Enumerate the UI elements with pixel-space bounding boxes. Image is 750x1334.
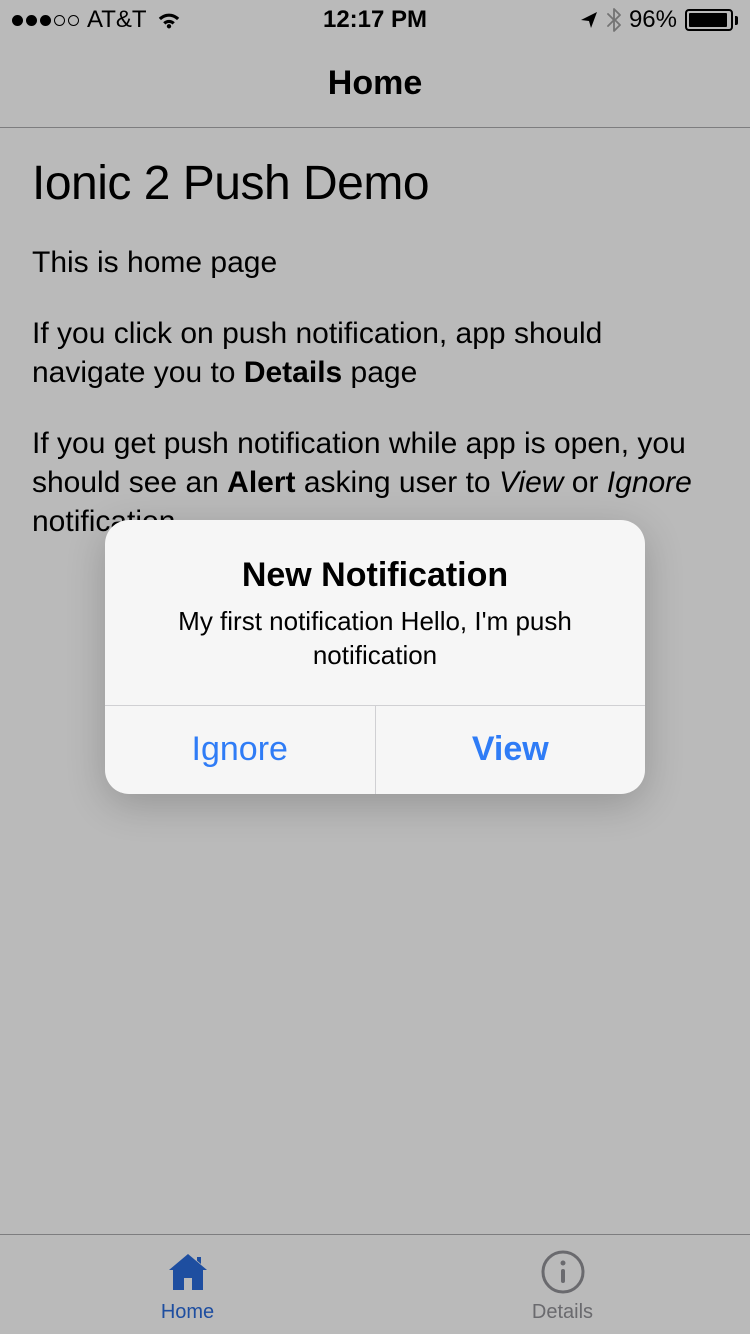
alert-buttons: Ignore View (105, 705, 645, 794)
alert-message: My first notification Hello, I'm push no… (135, 605, 615, 673)
alert-dialog: New Notification My first notification H… (105, 520, 645, 794)
alert-overlay: New Notification My first notification H… (0, 0, 750, 1334)
alert-body: New Notification My first notification H… (105, 520, 645, 705)
alert-ignore-button[interactable]: Ignore (105, 706, 376, 794)
alert-view-button[interactable]: View (376, 706, 646, 794)
alert-title: New Notification (135, 556, 615, 595)
